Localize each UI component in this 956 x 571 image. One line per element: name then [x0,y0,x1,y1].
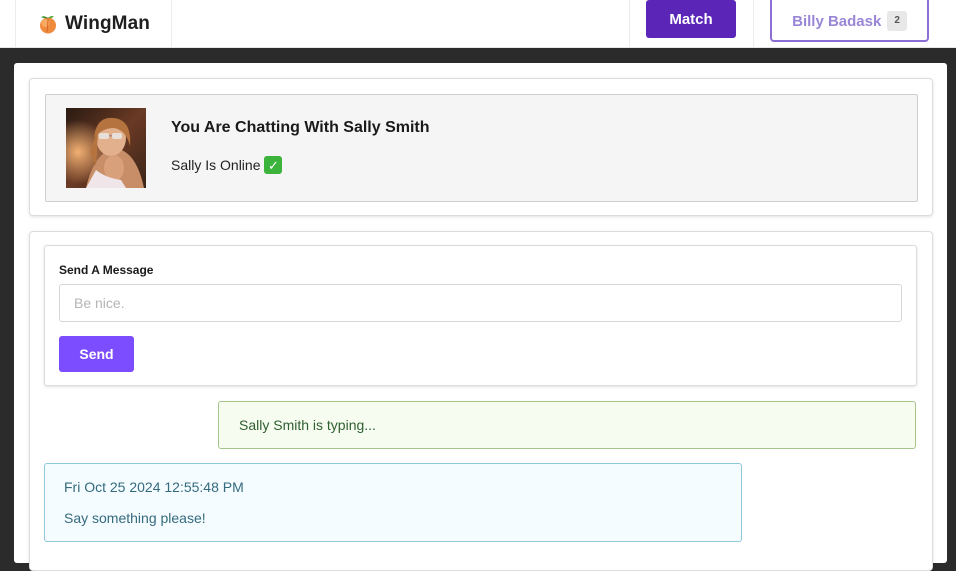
match-button[interactable]: Match [646,0,736,38]
check-mark-icon: ✓ [264,156,283,174]
messages-card: Send A Message Send Sally Smith is typin… [29,231,933,571]
brand-name: WingMan [65,12,150,34]
nav-divider [753,0,754,47]
message-form-label: Send A Message [59,263,154,277]
main-content: You Are Chatting With Sally Smith Sally … [14,63,947,571]
peach-icon [38,14,58,34]
message-bubble: Fri Oct 25 2024 12:55:48 PM Say somethin… [44,463,742,542]
message-input[interactable] [59,284,902,322]
online-status: Sally Is Online ✓ [171,156,283,174]
typing-notice: Sally Smith is typing... [218,401,916,449]
nav-divider [629,0,630,47]
notification-badge: 2 [887,11,907,31]
brand-link[interactable]: WingMan [15,0,172,47]
send-button[interactable]: Send [59,336,134,372]
chat-title: You Are Chatting With Sally Smith [171,119,430,136]
user-menu-button[interactable]: Billy Badask 2 [770,0,929,42]
chat-partner-panel: You Are Chatting With Sally Smith Sally … [45,94,918,202]
message-timestamp: Fri Oct 25 2024 12:55:48 PM [64,479,244,495]
online-status-text: Sally Is Online [171,157,261,173]
top-navbar: WingMan Match Billy Badask 2 [0,0,956,48]
message-text: Say something please! [64,510,206,526]
user-name: Billy Badask [792,12,882,30]
profile-card: You Are Chatting With Sally Smith Sally … [29,78,933,216]
message-form: Send A Message Send [44,245,917,386]
avatar [66,108,146,188]
